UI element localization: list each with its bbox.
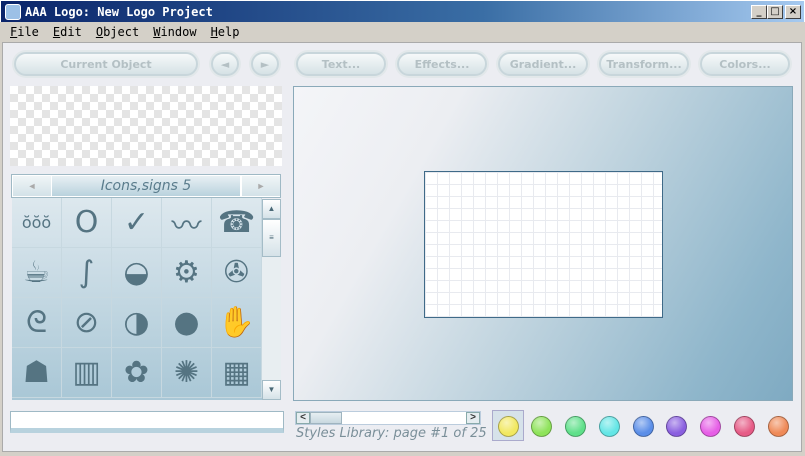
swoosh-icon[interactable]: ✓ <box>112 198 162 248</box>
style-swatch[interactable] <box>498 416 519 437</box>
scroll-up-button[interactable]: ▲ <box>262 199 281 219</box>
next-object-button[interactable]: ► <box>251 52 279 76</box>
close-button[interactable]: × <box>785 5 801 19</box>
style-swatch[interactable] <box>565 416 586 437</box>
logo-artboard[interactable] <box>424 171 663 318</box>
effects-button[interactable]: Effects... <box>397 52 487 76</box>
styles-library-page-label: Styles Library: page #1 of 25 <box>296 426 487 441</box>
title-bar: AAA Logo: New Logo Project _ □ × <box>0 0 805 22</box>
menu-bar: File Edit Object Window Help <box>0 22 805 42</box>
no-smoking-icon[interactable]: ⊘ <box>62 298 112 348</box>
globe-icon[interactable]: ● <box>162 298 212 348</box>
scroll-down-button[interactable]: ▼ <box>262 380 281 400</box>
brick-wall-icon[interactable]: ▦ <box>212 348 262 398</box>
category-label: Icons,signs 5 <box>52 176 240 196</box>
category-selector: ◄ Icons,signs 5 ► <box>11 174 281 198</box>
style-swatch[interactable] <box>531 416 552 437</box>
clover-icon[interactable]: ✿ <box>112 348 162 398</box>
styles-scroll-thumb[interactable] <box>310 412 342 424</box>
design-canvas[interactable] <box>293 86 793 401</box>
style-swatch[interactable] <box>734 416 755 437</box>
turtle-icon[interactable]: ☗ <box>12 348 62 398</box>
name-input[interactable] <box>10 411 284 433</box>
wave-line-icon[interactable]: 〰 <box>162 198 212 248</box>
pinwheel-icon[interactable]: ✇ <box>212 248 262 298</box>
style-swatch[interactable] <box>666 416 687 437</box>
menu-object[interactable]: Object <box>96 25 139 39</box>
waves-people-icon[interactable]: ŏŏŏ <box>12 198 62 248</box>
icon-library-scrollbar[interactable]: ▲ ≡ ▼ <box>262 199 281 400</box>
hot-coffee-icon[interactable]: ☕ <box>12 248 62 298</box>
window-title: AAA Logo: New Logo Project <box>25 5 213 19</box>
app-icon <box>5 4 21 20</box>
splat-icon[interactable]: ✺ <box>162 348 212 398</box>
gradient-button[interactable]: Gradient... <box>498 52 588 76</box>
transform-button[interactable]: Transform... <box>599 52 689 76</box>
cup-icon[interactable]: ◒ <box>112 248 162 298</box>
menu-help[interactable]: Help <box>211 25 240 39</box>
minimize-button[interactable]: _ <box>751 5 767 19</box>
current-object-button[interactable]: Current Object <box>14 52 198 76</box>
styles-scroll-left[interactable]: < <box>296 412 310 424</box>
menu-edit[interactable]: Edit <box>53 25 82 39</box>
handprint-icon[interactable]: ✋ <box>212 298 262 348</box>
s-curve-icon[interactable]: ∫ <box>62 248 112 298</box>
next-category-button[interactable]: ► <box>242 176 280 196</box>
elevator-people-icon[interactable]: ▥ <box>62 348 112 398</box>
style-swatch[interactable] <box>633 416 654 437</box>
menu-window[interactable]: Window <box>153 25 196 39</box>
style-swatch[interactable] <box>700 416 721 437</box>
style-swatch[interactable] <box>768 416 789 437</box>
colors-button[interactable]: Colors... <box>700 52 790 76</box>
telephone-icon[interactable]: ☎ <box>212 198 262 248</box>
object-preview <box>10 86 282 166</box>
menu-file[interactable]: File <box>10 25 39 39</box>
scroll-thumb[interactable]: ≡ <box>262 219 281 257</box>
curl-wave-icon[interactable]: ᘓ <box>12 298 62 348</box>
maximize-button[interactable]: □ <box>767 5 783 19</box>
moon-phase-icon[interactable]: ◑ <box>112 298 162 348</box>
gears-icon[interactable]: ⚙ <box>162 248 212 298</box>
style-swatch[interactable] <box>599 416 620 437</box>
swirl-ring-icon[interactable]: O <box>62 198 112 248</box>
prev-object-button[interactable]: ◄ <box>211 52 239 76</box>
styles-scroll-right[interactable]: > <box>466 412 480 424</box>
prev-category-button[interactable]: ◄ <box>13 176 51 196</box>
styles-scrollbar[interactable]: < > <box>295 411 481 425</box>
icon-library-grid: ŏŏŏ O ✓ 〰 ☎ ☕ ∫ ◒ ⚙ ✇ ᘓ ⊘ ◑ ● ✋ ☗ ▥ ✿ ✺ ▦ <box>12 198 262 400</box>
text-button[interactable]: Text... <box>296 52 386 76</box>
